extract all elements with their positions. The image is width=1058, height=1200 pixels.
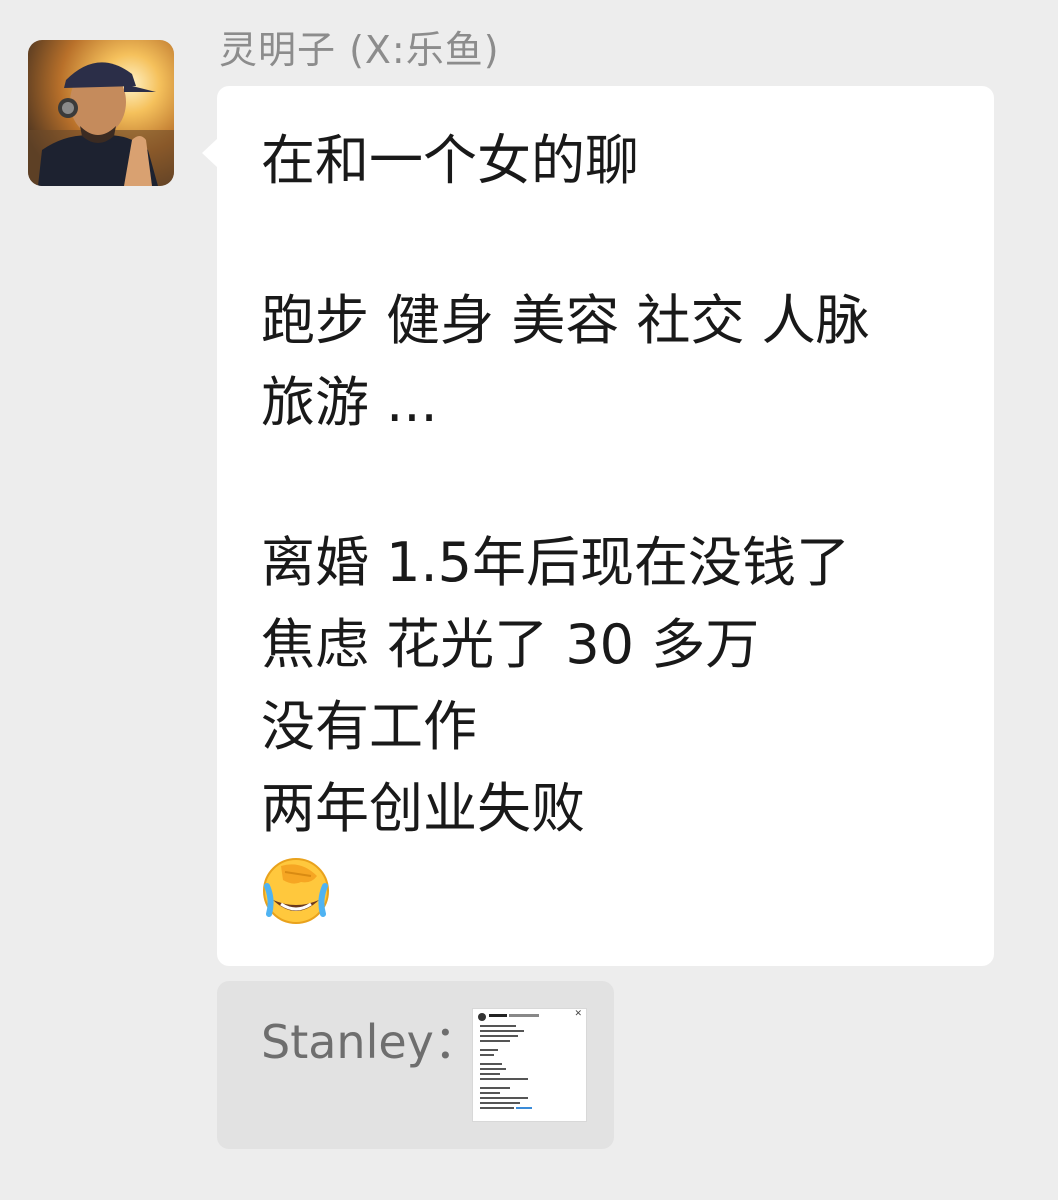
message-line: 焦虑 花光了 30 多万 (261, 613, 760, 676)
message-line: 没有工作 (261, 695, 477, 758)
message-line: 离婚 1.5年后现在没钱了 (261, 531, 851, 594)
face-with-tears-of-joy-hand-icon (261, 856, 331, 926)
message-line: 在和一个女的聊 (261, 129, 639, 192)
message-line: 两年创业失败 (261, 777, 585, 840)
sender-name: 灵明子 (X:乐鱼) (219, 28, 500, 72)
quote-image-thumbnail[interactable]: ✕ (473, 1009, 586, 1121)
quoted-message[interactable]: Stanley： ✕ (217, 981, 614, 1149)
tweet-screenshot-thumbnail (473, 1009, 586, 1121)
message-line: 跑步 健身 美容 社交 人脉 (261, 289, 870, 352)
message-line: 旅游 ... (261, 371, 438, 434)
quote-sender: Stanley： (261, 1015, 480, 1069)
bubble-tail (202, 138, 218, 168)
close-icon: ✕ (574, 1009, 582, 1019)
message-bubble[interactable]: 在和一个女的聊 跑步 健身 美容 社交 人脉 旅游 ... 离婚 1.5年后现在… (202, 86, 994, 966)
avatar[interactable] (28, 40, 174, 186)
avatar-photo (28, 40, 174, 186)
